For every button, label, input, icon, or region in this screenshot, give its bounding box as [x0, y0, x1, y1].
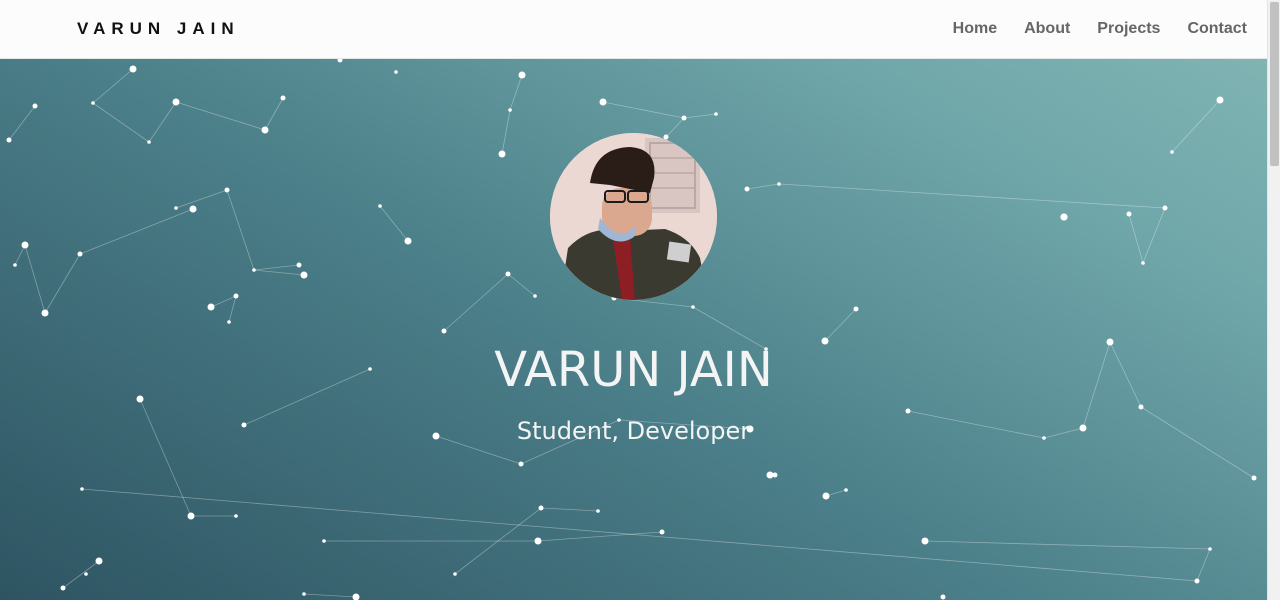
- nav-link-home[interactable]: Home: [953, 20, 997, 38]
- profile-avatar: [550, 133, 717, 300]
- hero-section: VARUN JAIN Student, Developer: [0, 59, 1267, 600]
- hero-title: VARUN JAIN: [494, 342, 773, 398]
- nav-link-about[interactable]: About: [1024, 20, 1070, 38]
- profile-photo: [550, 133, 717, 300]
- vertical-scrollbar[interactable]: [1267, 0, 1280, 600]
- brand-logo[interactable]: VARUN JAIN: [77, 19, 240, 39]
- navbar: VARUN JAIN Home About Projects Contact: [0, 0, 1267, 59]
- nav-link-projects[interactable]: Projects: [1097, 20, 1160, 38]
- nav-link-contact[interactable]: Contact: [1187, 20, 1247, 38]
- scrollbar-thumb[interactable]: [1270, 2, 1279, 166]
- hero-subtitle: Student, Developer: [516, 417, 751, 445]
- nav-links: Home About Projects Contact: [926, 20, 1247, 38]
